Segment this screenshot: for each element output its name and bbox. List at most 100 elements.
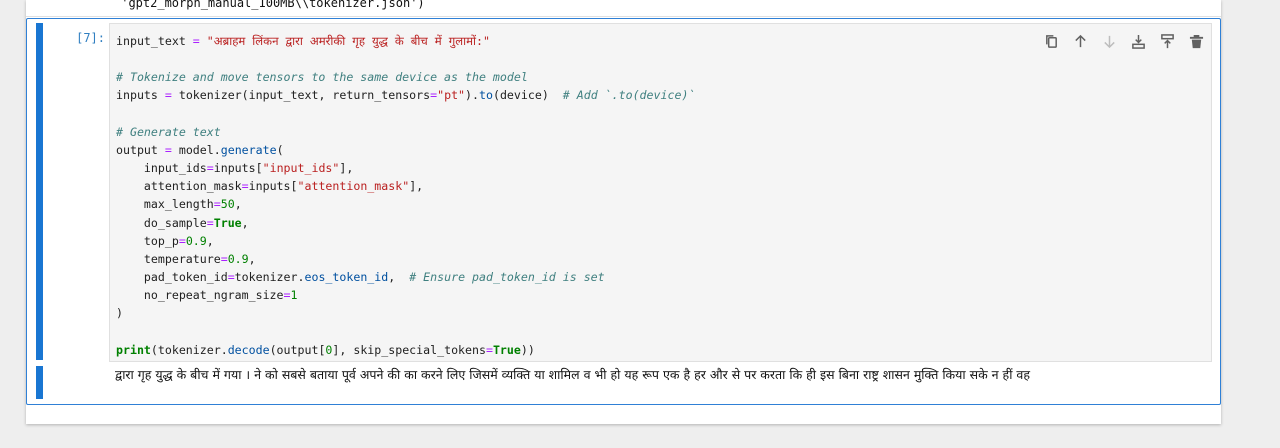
execution-prompt: [7]: xyxy=(76,31,105,45)
trash-icon xyxy=(1189,34,1204,48)
code-token: # Ensure pad_token_id is set xyxy=(409,270,605,285)
code-token: ], xyxy=(409,179,424,194)
code-token: # Generate text xyxy=(116,124,221,139)
code-line: input_ids=inputs["input_ids"], xyxy=(116,161,353,175)
code-line: pad_token_id=tokenizer.eos_token_id, # E… xyxy=(116,270,605,284)
code-token: inputs xyxy=(116,88,165,103)
code-token: inputs[ xyxy=(213,161,263,176)
code-token: (output[ xyxy=(269,342,326,357)
code-line: input_text = "अब्राहम लिंकन द्वारा अमरीक… xyxy=(116,34,490,48)
code-token: , xyxy=(248,251,256,266)
insert-below-button[interactable] xyxy=(1156,31,1179,51)
code-token: max_length xyxy=(116,197,214,212)
code-token: tokenizer. xyxy=(234,270,305,285)
code-token: no_repeat_ngram_size xyxy=(116,288,284,303)
code-token: ( xyxy=(276,142,284,157)
code-line: temperature=0.9, xyxy=(116,252,256,266)
delete-cell-button[interactable] xyxy=(1185,31,1208,51)
copy-icon xyxy=(1046,34,1057,48)
code-token: , xyxy=(388,270,410,285)
code-token: print xyxy=(116,342,151,357)
code-token: "attention_mask" xyxy=(297,179,410,194)
code-token: to xyxy=(479,88,493,103)
code-token: = xyxy=(213,197,221,212)
code-token: "input_ids" xyxy=(262,161,340,176)
input-collapser[interactable] xyxy=(36,23,43,360)
code-line: no_repeat_ngram_size=1 xyxy=(116,288,298,302)
code-token: (tokenizer. xyxy=(150,342,228,357)
code-token: tokenizer(input_text, return_tensors xyxy=(171,88,431,103)
previous-cell-output: 'gpt2_morph_manual_100MB\\tokenizer.json… xyxy=(26,0,1221,17)
code-token: inputs[ xyxy=(248,179,298,194)
code-token: do_sample xyxy=(116,215,207,230)
cell-toolbar xyxy=(1040,31,1208,51)
code-token: pad_token_id xyxy=(116,270,228,285)
arrow-up-icon xyxy=(1075,34,1086,47)
code-line: top_p=0.9, xyxy=(116,234,214,248)
code-token: generate xyxy=(220,142,277,157)
code-token: input_text xyxy=(116,34,186,48)
code-token: = xyxy=(164,142,172,157)
insert-above-icon xyxy=(1132,34,1145,49)
code-token: True xyxy=(492,342,521,357)
previous-output-line: 'gpt2_morph_manual_100MB\\tokenizer.json… xyxy=(114,0,425,10)
code-content[interactable]: input_text = "अब्राहम लिंकन द्वारा अमरीक… xyxy=(116,32,695,359)
code-token: = xyxy=(178,233,186,248)
code-token: = xyxy=(192,34,200,48)
code-token: = xyxy=(283,288,291,303)
code-token: (device) xyxy=(492,88,563,103)
code-token: # Add `.to(device)` xyxy=(562,88,696,103)
code-token: = xyxy=(485,342,493,357)
code-token: 0.9 xyxy=(185,233,207,248)
code-token: 0.9 xyxy=(227,251,249,266)
move-up-button[interactable] xyxy=(1069,31,1092,51)
code-token: = xyxy=(241,179,249,194)
code-token: top_p xyxy=(116,233,179,248)
code-line: max_length=50, xyxy=(116,197,242,211)
code-editor[interactable]: input_text = "अब्राहम लिंकन द्वारा अमरीक… xyxy=(109,23,1212,362)
output-collapser[interactable] xyxy=(36,366,43,399)
code-token: ). xyxy=(465,88,479,103)
code-token: ) xyxy=(116,306,123,321)
code-line: # Generate text xyxy=(116,125,221,139)
code-token: = xyxy=(227,270,235,285)
code-token: model. xyxy=(171,142,221,157)
code-token: output xyxy=(116,142,165,157)
cell-output-text: द्वारा गृह युद्ध के बीच में गया । ने को … xyxy=(115,367,1030,382)
code-token: )) xyxy=(520,342,535,357)
code-token: "pt" xyxy=(437,88,466,103)
code-token: decode xyxy=(227,342,270,357)
code-line: attention_mask=inputs["attention_mask"], xyxy=(116,179,423,193)
code-token: temperature xyxy=(116,251,221,266)
code-token: # Tokenize and move tensors to the same … xyxy=(116,70,528,85)
move-down-button[interactable] xyxy=(1098,31,1121,51)
code-token: attention_mask xyxy=(116,179,242,194)
code-token: input_ids xyxy=(116,161,207,176)
code-token: = xyxy=(206,215,214,230)
notebook-page: 'gpt2_morph_manual_100MB\\tokenizer.json… xyxy=(26,0,1221,424)
code-token: True xyxy=(213,215,242,230)
code-token: ], xyxy=(339,161,354,176)
code-line: ) xyxy=(116,306,123,320)
code-token: , xyxy=(206,233,214,248)
code-line: output = model.generate( xyxy=(116,143,284,157)
code-token: eos_token_id xyxy=(304,270,389,285)
code-token: "अब्राहम लिंकन द्वारा अमरीकी गृह युद्ध क… xyxy=(206,34,490,48)
code-line: inputs = tokenizer(input_text, return_te… xyxy=(116,88,695,102)
insert-below-icon xyxy=(1161,33,1174,48)
code-token: , xyxy=(241,215,249,230)
code-cell[interactable]: [7]: input_text = "अब्राहम लिंकन द्वारा … xyxy=(26,18,1221,405)
duplicate-cell-button[interactable] xyxy=(1040,31,1063,51)
code-token: , xyxy=(234,197,242,212)
arrow-down-icon xyxy=(1104,35,1115,48)
code-line: # Tokenize and move tensors to the same … xyxy=(116,70,528,84)
code-token: 50 xyxy=(220,197,235,212)
code-token: = xyxy=(220,251,228,266)
insert-above-button[interactable] xyxy=(1127,31,1150,51)
code-token: ], skip_special_tokens xyxy=(332,342,486,357)
code-line: print(tokenizer.decode(output[0], skip_s… xyxy=(116,343,535,357)
code-token: 1 xyxy=(290,288,298,303)
code-line: do_sample=True, xyxy=(116,216,249,230)
